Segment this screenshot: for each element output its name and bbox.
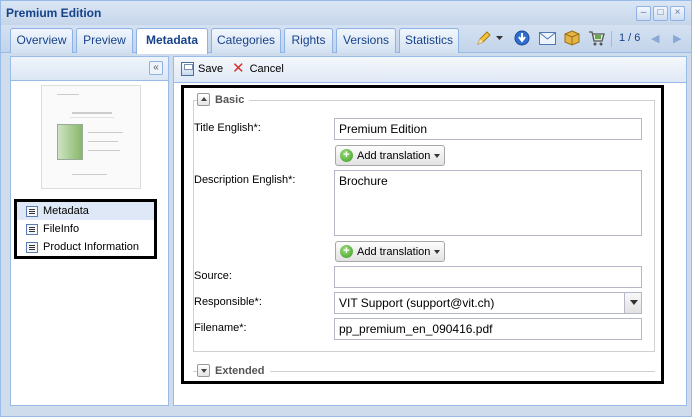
- title-label: Title English*:: [194, 122, 261, 134]
- tab-strip: Overview Preview Metadata Categories Rig…: [1, 25, 691, 54]
- basic-legend[interactable]: Basic: [197, 93, 250, 106]
- title-bar[interactable]: Premium Edition – □ ×: [1, 1, 691, 25]
- mail-icon[interactable]: [538, 29, 556, 47]
- pencil-icon[interactable]: [475, 29, 493, 47]
- tree-item-product-information[interactable]: Product Information: [17, 238, 154, 256]
- source-input[interactable]: [334, 266, 642, 288]
- collapse-icon[interactable]: «: [149, 61, 163, 75]
- tree-item-label: FileInfo: [43, 223, 80, 235]
- next-icon[interactable]: ▶: [673, 32, 681, 45]
- document-thumbnail[interactable]: [41, 85, 141, 189]
- tree-item-label: Product Information: [43, 241, 139, 253]
- close-button[interactable]: ×: [670, 6, 685, 21]
- tab-rights[interactable]: Rights: [284, 28, 333, 53]
- tree-item-label: Metadata: [43, 205, 89, 217]
- window-title: Premium Edition: [6, 6, 102, 20]
- save-button[interactable]: Save: [181, 62, 223, 76]
- form-toolbar: Save ✕ Cancel: [174, 57, 686, 83]
- chevron-down-icon: [434, 153, 441, 158]
- metadata-tree: Metadata FileInfo Product Information: [14, 199, 157, 259]
- tab-versions[interactable]: Versions: [336, 28, 396, 53]
- cancel-label: Cancel: [249, 62, 284, 75]
- cart-icon[interactable]: [587, 29, 605, 47]
- tab-preview[interactable]: Preview: [76, 28, 133, 53]
- list-icon: [26, 223, 38, 235]
- list-icon: [26, 205, 38, 217]
- minimize-button[interactable]: –: [636, 6, 651, 21]
- tab-statistics[interactable]: Statistics: [399, 28, 459, 53]
- tab-categories[interactable]: Categories: [211, 28, 281, 53]
- maximize-button[interactable]: □: [653, 6, 668, 21]
- dropdown-arrow-icon[interactable]: [494, 29, 504, 47]
- filename-input[interactable]: pp_premium_en_090416.pdf: [334, 318, 642, 340]
- list-icon: [26, 241, 38, 253]
- tree-item-fileinfo[interactable]: FileInfo: [17, 220, 154, 238]
- metadata-form: Basic Title English*: Premium Edition + …: [181, 85, 664, 384]
- extended-legend-label: Extended: [215, 364, 265, 377]
- source-label: Source:: [194, 270, 232, 282]
- tab-overview[interactable]: Overview: [10, 28, 73, 53]
- title-input[interactable]: Premium Edition: [334, 118, 642, 140]
- expand-down-icon[interactable]: [197, 364, 210, 377]
- chevron-down-icon[interactable]: [624, 293, 641, 313]
- plus-icon: +: [340, 149, 353, 162]
- cancel-icon: ✕: [232, 60, 245, 77]
- preview-thumbnail-area: [11, 81, 168, 198]
- toolbar-separator: [611, 31, 612, 47]
- add-translation-label: Add translation: [357, 149, 431, 162]
- previous-icon[interactable]: ◀: [651, 32, 659, 45]
- save-icon: [181, 62, 194, 76]
- pager-text: 1 / 6: [619, 32, 641, 44]
- collapse-up-icon[interactable]: [197, 93, 210, 106]
- responsible-value: VIT Support (support@vit.ch): [339, 296, 495, 310]
- filename-label: Filename*:: [194, 322, 247, 334]
- download-icon[interactable]: [513, 29, 531, 47]
- package-icon[interactable]: [563, 29, 581, 47]
- plus-icon: +: [340, 245, 353, 258]
- responsible-select[interactable]: VIT Support (support@vit.ch): [334, 292, 642, 314]
- chevron-down-icon: [434, 249, 441, 254]
- save-label: Save: [198, 63, 224, 75]
- description-label: Description English*:: [194, 174, 296, 186]
- left-panel-header: «: [11, 57, 168, 81]
- window-tools: – □ ×: [636, 6, 685, 21]
- extended-legend[interactable]: Extended: [197, 364, 270, 377]
- tree-item-metadata[interactable]: Metadata: [17, 202, 154, 220]
- description-textarea[interactable]: Brochure: [334, 170, 642, 236]
- tab-metadata[interactable]: Metadata: [136, 28, 208, 54]
- add-translation-button[interactable]: + Add translation: [335, 241, 446, 262]
- responsible-label: Responsible*:: [194, 296, 262, 308]
- add-translation-button[interactable]: + Add translation: [335, 145, 446, 166]
- cancel-button[interactable]: ✕ Cancel: [232, 60, 284, 77]
- add-translation-label: Add translation: [357, 245, 431, 258]
- basic-legend-label: Basic: [215, 93, 245, 106]
